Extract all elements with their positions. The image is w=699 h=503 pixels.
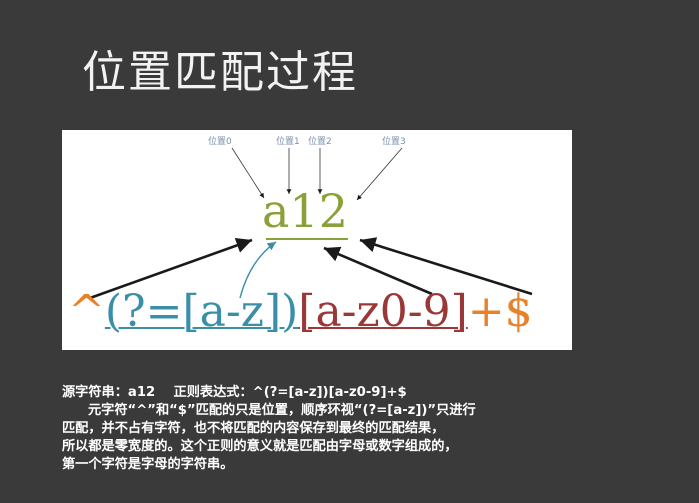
regex-expression: ^(?=[a-z])[a-z0-9]+$ [68, 290, 533, 334]
source-underline [266, 238, 348, 240]
description-line-3: 匹配，并不占有字符，也不将匹配的内容保存到最终的匹配结果， [62, 421, 445, 436]
regex-plus: + [467, 286, 505, 337]
regex-lookahead: (?=[a-z]) [104, 286, 299, 337]
position-label-1: 位置1 [276, 137, 300, 147]
description: 源字符串：a12 正则表达式：^(?=[a-z])[a-z0-9]+$ 元字符“… [62, 384, 622, 474]
description-line-2: 元字符“^”和“$”匹配的只是位置，顺序环视“(?=[a-z])”只进行 [88, 403, 476, 418]
regex-charclass: [a-z0-9] [298, 286, 468, 337]
position-label-3: 位置3 [382, 137, 406, 147]
regex-caret: ^ [68, 286, 105, 337]
source-string: a12 [262, 184, 348, 238]
description-line-4: 所以都是零宽度的。这个正则的意义就是匹配由字母或数字组成的， [62, 439, 458, 454]
position-label-0: 位置0 [208, 137, 232, 147]
description-line-5: 第一个字符是字母的字符串。 [62, 457, 234, 472]
description-line-1: 源字符串：a12 正则表达式：^(?=[a-z])[a-z0-9]+$ [62, 385, 407, 400]
pos3-arrow [356, 147, 403, 201]
pos0-arrow [231, 147, 265, 199]
position-label-2: 位置2 [308, 137, 332, 147]
regex-diagram: 位置0 位置1 位置2 位置3 a12 ^(?=[a-z])[a-z0-9]+$ [62, 130, 572, 350]
regex-dollar: $ [504, 286, 533, 337]
slide-title: 位置匹配过程 [82, 47, 358, 98]
